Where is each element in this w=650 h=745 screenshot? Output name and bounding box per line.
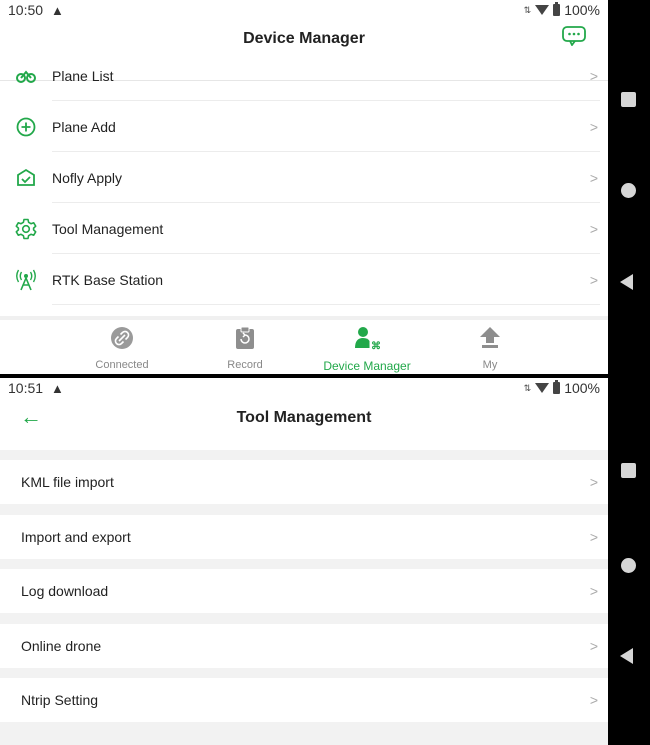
menu-item-label: KML file import <box>21 474 114 490</box>
status-time: 10:51 <box>8 380 44 396</box>
page-title: Device Manager <box>243 30 365 47</box>
menu-item-log-download[interactable]: Log download > <box>0 569 608 613</box>
battery-icon <box>553 380 561 394</box>
device-menu-list: Plane List > Plane Add > Nofly Apply > T… <box>0 60 608 316</box>
tab-label: Record <box>227 359 263 371</box>
header: ← Tool Management <box>0 398 608 450</box>
menu-item-online-drone[interactable]: Online drone > <box>0 623 608 668</box>
data-arrows-icon: ⇅ <box>523 4 532 15</box>
page-title: Tool Management <box>236 409 372 426</box>
menu-item-label: Online drone <box>21 637 102 654</box>
status-bar: 10:51 ▲ ⇅ 100% <box>0 378 608 398</box>
shield-check-icon <box>0 168 52 188</box>
menu-item-plane-add[interactable]: Plane Add > <box>0 101 608 152</box>
menu-item-label: Plane List <box>52 67 114 84</box>
menu-item-plane-list[interactable]: Plane List > <box>0 60 608 101</box>
home-button[interactable] <box>621 558 636 573</box>
status-bar: 10:50 ▲ ⇅ 100% <box>0 0 608 20</box>
gear-icon <box>0 218 52 240</box>
warning-icon: ▲ <box>51 380 64 396</box>
chevron-right-icon: > <box>589 271 598 288</box>
plus-circle-icon <box>0 117 52 137</box>
back-nav-button[interactable] <box>620 648 633 664</box>
recents-button[interactable] <box>621 463 636 478</box>
warning-icon: ▲ <box>51 2 64 18</box>
tab-label: My <box>482 359 498 371</box>
tab-my[interactable]: My <box>440 326 540 371</box>
back-arrow-icon[interactable]: ← <box>20 406 42 428</box>
tab-label: Device Manager <box>323 359 411 373</box>
chevron-right-icon: > <box>589 67 598 84</box>
chevron-right-icon: > <box>589 528 598 545</box>
wifi-icon <box>535 5 550 15</box>
back-nav-button[interactable] <box>620 274 633 290</box>
menu-item-label: RTK Base Station <box>52 271 164 288</box>
antenna-icon <box>0 269 52 291</box>
system-nav-bar <box>608 0 650 374</box>
menu-item-label: Nofly Apply <box>52 169 123 186</box>
chevron-right-icon: > <box>589 583 598 599</box>
chevron-right-icon: > <box>589 118 598 135</box>
chevron-right-icon: > <box>589 474 598 490</box>
menu-item-import-export[interactable]: Import and export > <box>0 514 608 559</box>
upload-icon <box>480 327 500 348</box>
tool-management-screen: 10:51 ▲ ⇅ 100% ← Tool Management KML fil… <box>0 378 608 745</box>
tool-menu-list: KML file import > Import and export > Lo… <box>0 460 608 722</box>
menu-item-label: Tool Management <box>52 220 164 237</box>
menu-item-kml-file-import[interactable]: KML file import > <box>0 460 608 504</box>
menu-item-tool-management[interactable]: Tool Management > <box>0 203 608 254</box>
menu-item-label: Log download <box>21 583 109 599</box>
data-arrows-icon: ⇅ <box>523 382 532 393</box>
bottom-tab-bar: Connected Record ⌘ Device Manager My <box>0 316 608 374</box>
chevron-right-icon: > <box>589 169 598 186</box>
menu-item-rtk-base-station[interactable]: RTK Base Station > <box>0 254 608 305</box>
device-manager-screen: 10:50 ▲ ⇅ 100% Device Manager Plane List <box>0 0 608 374</box>
menu-item-nofly-apply[interactable]: Nofly Apply > <box>0 152 608 203</box>
tab-connected[interactable]: Connected <box>72 326 172 371</box>
drone-icon <box>0 69 52 83</box>
menu-item-label: Import and export <box>21 528 131 545</box>
link-icon <box>111 327 133 349</box>
chat-bubble-icon[interactable] <box>562 26 586 46</box>
system-nav-bar <box>608 378 650 745</box>
wifi-icon <box>535 383 550 393</box>
battery-level: 100% <box>564 380 600 396</box>
home-button[interactable] <box>621 183 636 198</box>
chevron-right-icon: > <box>589 692 598 708</box>
battery-level: 100% <box>564 2 600 18</box>
tab-label: Connected <box>95 359 149 371</box>
menu-item-label: Plane Add <box>52 118 116 135</box>
battery-icon <box>553 2 561 16</box>
menu-item-ntrip-setting[interactable]: Ntrip Setting > <box>0 678 608 722</box>
status-time: 10:50 <box>8 2 44 18</box>
chevron-right-icon: > <box>589 637 598 654</box>
tab-device-manager[interactable]: ⌘ Device Manager <box>317 326 417 373</box>
tab-record[interactable]: Record <box>195 326 295 371</box>
clipboard-icon <box>236 326 254 349</box>
svg-text:⌘: ⌘ <box>371 341 380 350</box>
recents-button[interactable] <box>621 92 636 107</box>
menu-item-label: Ntrip Setting <box>21 692 99 708</box>
user-device-icon: ⌘ <box>355 327 381 352</box>
chevron-right-icon: > <box>589 220 598 237</box>
